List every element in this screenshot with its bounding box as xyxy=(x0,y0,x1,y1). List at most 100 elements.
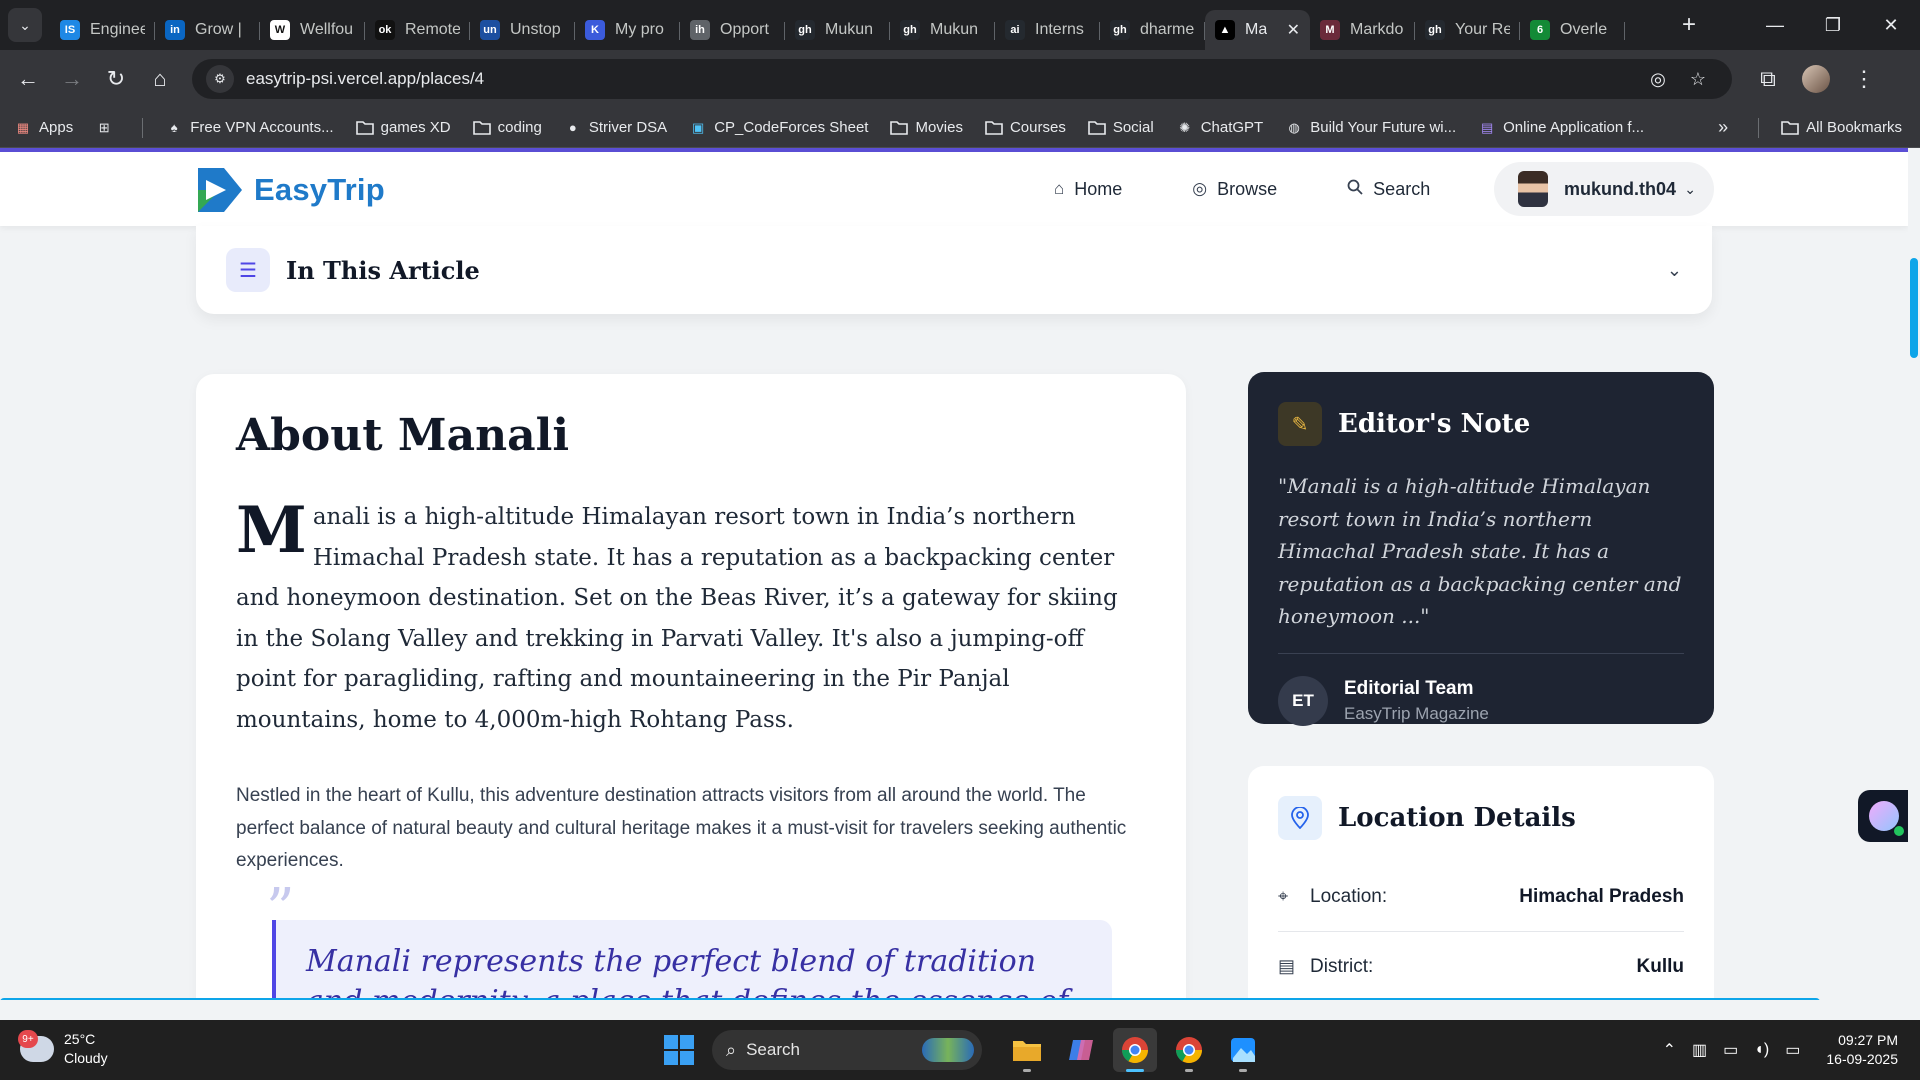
scrollbar-thumb[interactable] xyxy=(1910,258,1918,358)
clock-date: 16-09-2025 xyxy=(1826,1051,1898,1067)
bookmark-item[interactable]: Movies xyxy=(890,119,963,137)
apps-grid-icon: ▦ xyxy=(16,119,30,135)
browser-tab[interactable]: gh Mukun xyxy=(785,10,890,50)
weather-widget[interactable]: 9+ 25°C Cloudy xyxy=(18,1030,108,1068)
notification-badge: 9+ xyxy=(18,1030,38,1048)
copilot-icon[interactable] xyxy=(1059,1028,1103,1072)
browser-tab[interactable]: gh dharme xyxy=(1100,10,1205,50)
browser-tab[interactable]: IS Enginee xyxy=(50,10,155,50)
vertical-scrollbar[interactable] xyxy=(1908,148,1920,1000)
chat-assistant-button[interactable] xyxy=(1858,790,1910,842)
author-name: Editorial Team xyxy=(1344,677,1474,699)
quote-mark-icon: ” xyxy=(266,876,295,942)
bookmark-item[interactable]: ✺ ChatGPT xyxy=(1176,119,1263,137)
pull-quote: Manali represents the perfect blend of t… xyxy=(272,919,1112,1000)
all-bookmarks[interactable]: All Bookmarks xyxy=(1781,119,1902,137)
search-highlight-image xyxy=(922,1038,974,1062)
bookmark-item[interactable]: ▤ Online Application f... xyxy=(1478,119,1644,137)
bookmark-star-icon[interactable]: ☆ xyxy=(1678,69,1718,90)
chrome-icon[interactable] xyxy=(1113,1028,1157,1072)
tab-search-button[interactable]: ⌄ xyxy=(8,8,42,42)
new-tab-button[interactable]: + xyxy=(1672,11,1706,39)
network-icon[interactable]: ▭ xyxy=(1723,1040,1738,1060)
nav-home[interactable]: ⌂ Home xyxy=(1054,168,1122,210)
extensions-icon[interactable]: ⧉ xyxy=(1746,57,1790,101)
url-text[interactable]: easytrip-psi.vercel.app/places/4 xyxy=(246,69,1638,89)
bookmark-item[interactable]: ⊞ xyxy=(95,119,120,137)
browser-tab[interactable]: gh Your Re xyxy=(1415,10,1520,50)
all-bookmarks-label: All Bookmarks xyxy=(1806,119,1902,136)
browser-tab[interactable]: in Grow | xyxy=(155,10,260,50)
more-bookmarks-icon[interactable]: » xyxy=(1718,117,1728,138)
user-menu-button[interactable]: mukund.th04 ⌄ xyxy=(1494,162,1714,216)
horizontal-scrollbar[interactable] xyxy=(0,998,1820,1000)
browser-tab[interactable]: M Markdo xyxy=(1310,10,1415,50)
tab-title: Markdo xyxy=(1350,21,1404,38)
editors-note-quote: "Manali is a high-altitude Himalayan res… xyxy=(1278,470,1684,654)
forward-button[interactable]: → xyxy=(50,57,94,101)
location-details-card: Location Details ⌖ Location: Himachal Pr… xyxy=(1248,766,1714,1000)
bookmark-label: Social xyxy=(1112,119,1154,136)
bookmark-label: Movies xyxy=(915,119,963,136)
browser-tab[interactable]: W Wellfou xyxy=(260,10,365,50)
chevron-down-icon[interactable]: ⌄ xyxy=(1667,260,1682,281)
tab-groups-icon: ⊞ xyxy=(98,119,110,135)
tab-favicon-icon: gh xyxy=(1110,20,1130,40)
nav-search-label: Search xyxy=(1373,178,1431,199)
folder-icon xyxy=(890,119,909,137)
minimize-button[interactable]: — xyxy=(1746,0,1804,50)
cloud-icon: 9+ xyxy=(18,1030,54,1062)
browser-tab[interactable]: gh Mukun xyxy=(890,10,995,50)
clock[interactable]: 09:27 PM 16-09-2025 xyxy=(1826,1031,1898,1069)
browser-tab[interactable]: 6 Overle xyxy=(1520,10,1625,50)
tab-title: Your Re xyxy=(1455,21,1510,38)
site-info-icon[interactable]: ⚙ xyxy=(206,65,234,93)
nav-search[interactable]: Search xyxy=(1347,168,1430,210)
bookmark-item[interactable]: games XD xyxy=(355,119,451,137)
restore-button[interactable]: ❐ xyxy=(1804,0,1862,50)
chevron-up-icon[interactable]: ⌃ xyxy=(1663,1040,1676,1060)
bookmark-item[interactable]: coding xyxy=(472,119,542,137)
start-button[interactable] xyxy=(664,1035,694,1065)
battery-icon[interactable]: ▭ xyxy=(1785,1040,1800,1060)
tab-title: Grow | xyxy=(195,21,242,38)
reload-button[interactable]: ↻ xyxy=(94,57,138,101)
table-of-contents[interactable]: ☰ In This Article ⌄ xyxy=(196,226,1712,314)
detail-label: District: xyxy=(1310,955,1374,977)
browser-tab[interactable]: ▲ Ma ✕ xyxy=(1205,10,1310,50)
site-logo[interactable]: EasyTrip xyxy=(196,166,385,214)
bookmark-item[interactable]: ◍ Build Your Future wi... xyxy=(1285,119,1457,137)
browser-tab[interactable]: K My pro xyxy=(575,10,680,50)
bookmark-item[interactable]: ▣ CP_CodeForces Sheet xyxy=(689,119,868,137)
bookmark-item[interactable]: ● Striver DSA xyxy=(564,119,667,137)
sheet-icon: ▣ xyxy=(692,119,705,135)
bookmark-item[interactable]: Courses xyxy=(985,119,1066,137)
bookmark-item[interactable]: ▦ Apps xyxy=(14,119,73,137)
browser-menu-icon[interactable]: ⋮ xyxy=(1842,57,1886,101)
audio-levels-icon[interactable]: ▥ xyxy=(1692,1040,1707,1060)
bookmark-item[interactable]: ♠ Free VPN Accounts... xyxy=(165,119,334,137)
omnibox[interactable]: ⚙ easytrip-psi.vercel.app/places/4 ◎ ☆ xyxy=(192,59,1732,99)
browser-tab[interactable]: ai Interns xyxy=(995,10,1100,50)
back-button[interactable]: ← xyxy=(6,57,50,101)
bookmark-label: Online Application f... xyxy=(1503,119,1645,136)
bookmark-item[interactable]: Social xyxy=(1088,119,1154,137)
eye-off-icon[interactable]: ◎ xyxy=(1638,69,1678,90)
chrome-profile-icon[interactable] xyxy=(1167,1028,1211,1072)
close-window-button[interactable]: ✕ xyxy=(1862,0,1920,50)
browser-tab[interactable]: un Unstop xyxy=(470,10,575,50)
article-body: Nestled in the heart of Kullu, this adve… xyxy=(236,785,1127,871)
taskbar-search[interactable]: ⌕ Search xyxy=(712,1030,982,1070)
tab-title: Mukun xyxy=(930,21,979,38)
file-explorer-icon[interactable] xyxy=(1005,1028,1049,1072)
profile-avatar[interactable] xyxy=(1802,65,1830,93)
bookmark-separator xyxy=(142,117,144,138)
tab-favicon-icon: M xyxy=(1320,20,1340,40)
home-button[interactable]: ⌂ xyxy=(138,57,182,101)
photos-app-icon[interactable] xyxy=(1221,1028,1265,1072)
nav-browse[interactable]: ◎ Browse xyxy=(1192,168,1277,210)
volume-icon[interactable]: ◖) xyxy=(1754,1041,1769,1059)
browser-tab[interactable]: ok Remote xyxy=(365,10,470,50)
close-tab-icon[interactable]: ✕ xyxy=(1287,20,1300,40)
browser-tab[interactable]: ih Opport xyxy=(680,10,785,50)
